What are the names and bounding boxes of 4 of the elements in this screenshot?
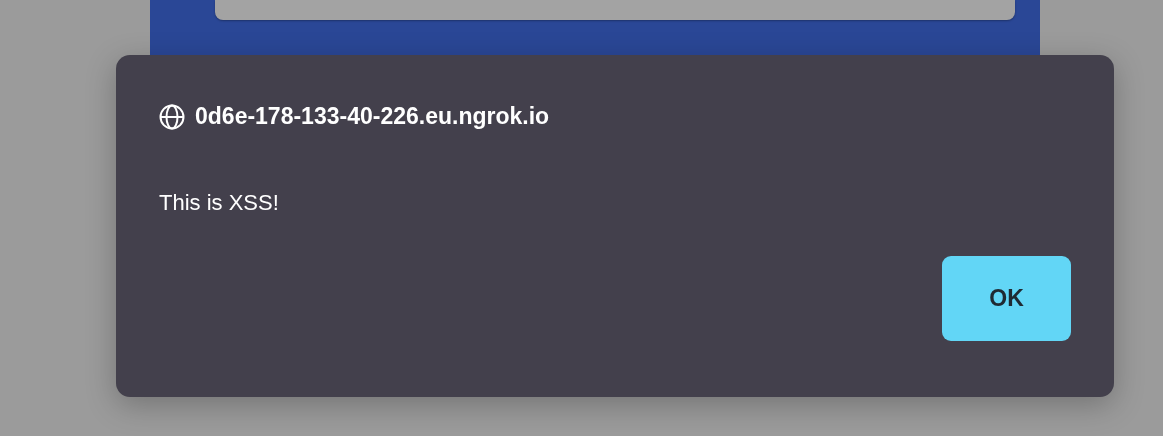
globe-icon bbox=[159, 103, 185, 130]
ok-button[interactable]: OK bbox=[942, 256, 1071, 341]
dialog-title: 0d6e-178-133-40-226.eu.ngrok.io bbox=[195, 103, 550, 130]
dialog-message: This is XSS! bbox=[159, 190, 280, 216]
